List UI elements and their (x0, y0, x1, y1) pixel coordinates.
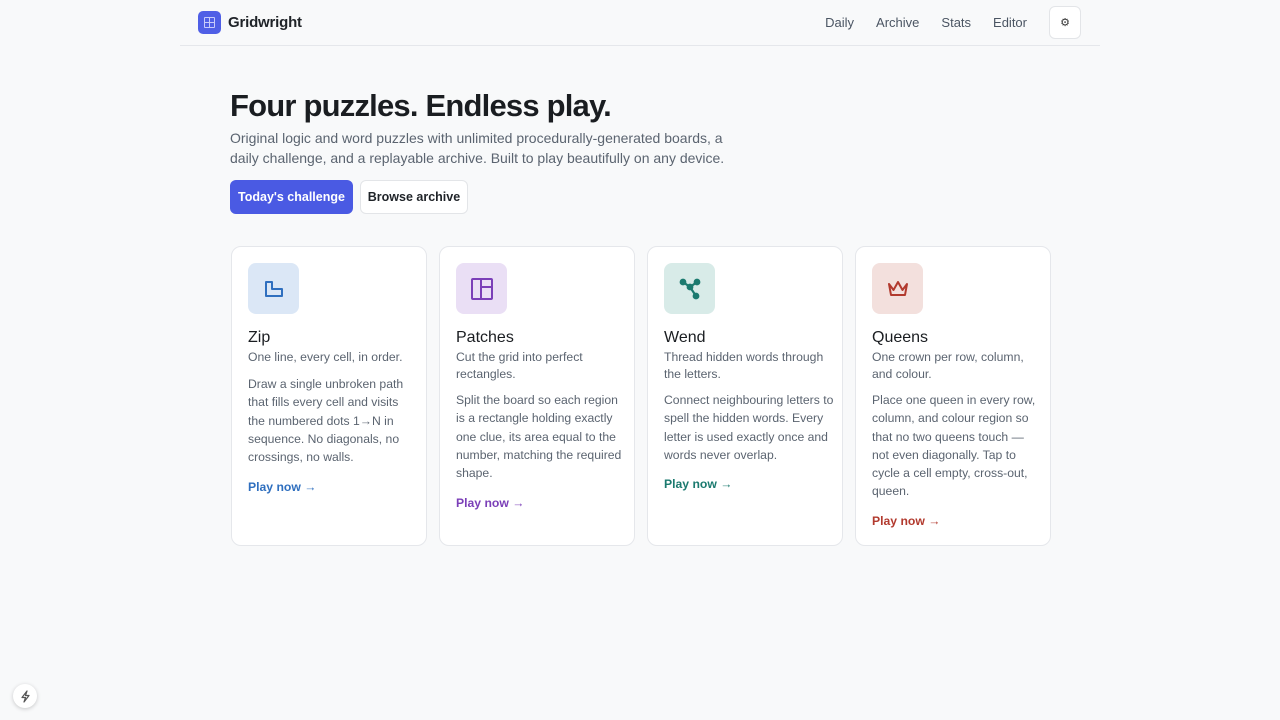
main-nav: Daily Archive Stats Editor (803, 15, 1027, 30)
todays-challenge-button[interactable]: Today's challenge (230, 180, 353, 214)
card-title: Queens (872, 329, 929, 346)
brand-name: Gridwright (228, 14, 302, 31)
play-now-link[interactable]: Play now → (456, 496, 524, 510)
card-tagline: Cut the grid into perfect rectangles. (456, 350, 583, 381)
card-tagline: One line, every cell, in order. (248, 350, 403, 364)
play-now-link[interactable]: Play now → (664, 477, 732, 491)
puzzle-card-patches[interactable]: Patches Cut the grid into perfect rectan… (439, 246, 635, 546)
card-title: Wend (664, 329, 706, 346)
share-nodes-icon (664, 263, 715, 314)
nav-stats[interactable]: Stats (941, 15, 971, 30)
card-description: Connect neighbouring letters to spell th… (664, 393, 834, 462)
site-header: Gridwright Daily Archive Stats Editor ⚙ (180, 0, 1100, 46)
puzzle-card-queens[interactable]: Queens One crown per row, column, and co… (855, 246, 1051, 546)
logo-icon (198, 11, 221, 34)
card-description: Split the board so each region is a rect… (456, 393, 622, 481)
brand[interactable]: Gridwright (198, 11, 302, 34)
nav-editor[interactable]: Editor (993, 15, 1027, 30)
nav-archive[interactable]: Archive (876, 15, 919, 30)
theme-toggle-button[interactable]: ⚙ (1049, 6, 1081, 39)
browse-archive-button[interactable]: Browse archive (360, 180, 468, 214)
card-title: Zip (248, 329, 271, 346)
play-now-link[interactable]: Play now → (248, 480, 316, 494)
puzzle-card-zip[interactable]: Zip One line, every cell, in order. Draw… (231, 246, 427, 546)
gear-icon: ⚙ (1060, 17, 1070, 29)
hero-title: Four puzzles. Endless play. (230, 88, 612, 123)
path-icon (248, 263, 299, 314)
lightning-icon[interactable] (13, 684, 37, 708)
play-now-link[interactable]: Play now → (872, 514, 940, 528)
nav-daily[interactable]: Daily (825, 15, 854, 30)
card-tagline: Thread hidden words through the letters. (664, 350, 824, 381)
card-description: Draw a single unbroken path that fills e… (248, 377, 404, 465)
puzzle-card-wend[interactable]: Wend Thread hidden words through the let… (647, 246, 843, 546)
card-description: Place one queen in every row, column, an… (872, 393, 1036, 499)
card-tagline: One crown per row, column, and colour. (872, 350, 1024, 381)
hero-subtitle: Original logic and word puzzles with unl… (230, 130, 725, 166)
layout-icon (456, 263, 507, 314)
card-title: Patches (456, 329, 514, 346)
crown-icon (872, 263, 923, 314)
